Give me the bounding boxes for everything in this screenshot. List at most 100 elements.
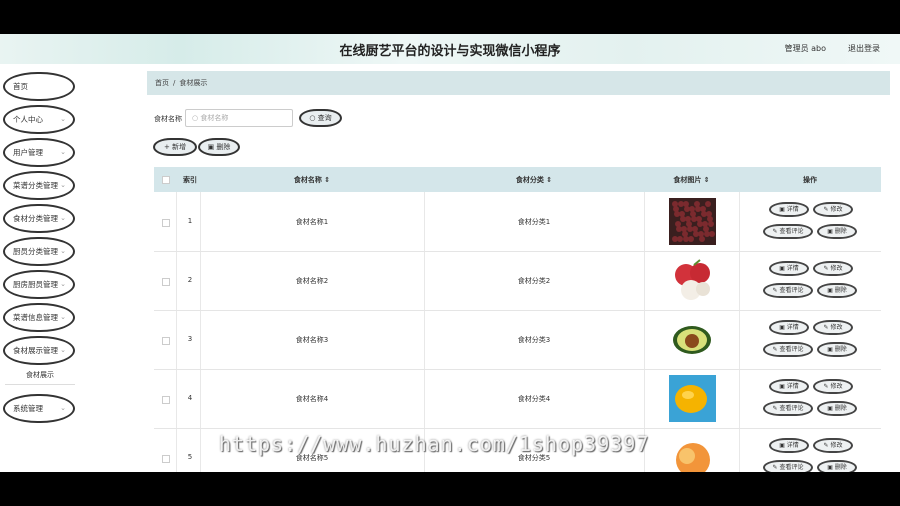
page-title: 在线厨艺平台的设计与实现微信小程序 <box>339 44 561 59</box>
app-window: 在线厨艺平台的设计与实现微信小程序 管理员 abo 退出登录 首页 个人中心 ⌄ … <box>0 34 900 472</box>
chevron-down-icon: ⌄ <box>60 247 66 255</box>
cell-name: 食材名称1 <box>295 218 329 226</box>
sidebar-item-label: 食材分类管理 <box>13 214 58 223</box>
row-checkbox[interactable] <box>162 278 170 286</box>
watermark-text: https://www.huzhan.com/1shop39397 <box>219 432 650 456</box>
cell-name: 食材名称3 <box>295 336 329 344</box>
sidebar-item-chef-category[interactable]: 厨员分类管理 ⌄ <box>3 237 75 266</box>
cell-category: 食材分类2 <box>517 277 551 285</box>
sidebar-item-system[interactable]: 系统管理 ⌄ <box>3 394 75 423</box>
header-ops: 操作 <box>803 176 817 184</box>
header-image[interactable]: 食材图片 ⇕ <box>644 175 739 185</box>
table-row: 2 食材名称2 食材分类2 ▣ 详情 ✎ 修改 ✎ 查看评论 ▣ 删除 <box>154 251 881 311</box>
edit-button[interactable]: ✎ 修改 <box>813 438 853 453</box>
cell-category: 食材分类4 <box>517 395 551 403</box>
sidebar-item-label: 厨员分类管理 <box>13 247 58 256</box>
sidebar-item-ingredient-category[interactable]: 食材分类管理 ⌄ <box>3 204 75 233</box>
sidebar-item-ingredient-display[interactable]: 食材展示管理 ⌄ <box>3 336 75 365</box>
sidebar-item-label: 系统管理 <box>13 404 43 413</box>
delete-label: 删除 <box>216 143 231 151</box>
sidebar-item-recipe-info[interactable]: 菜谱信息管理 ⌄ <box>3 303 75 332</box>
search-button-label: 查询 <box>317 114 332 122</box>
batch-delete-button[interactable]: ▣ 删除 <box>198 138 240 156</box>
review-button[interactable]: ✎ 查看评论 <box>763 401 813 416</box>
chevron-down-icon: ⌄ <box>60 148 66 156</box>
lemon-image <box>669 375 716 422</box>
header-index: 索引 <box>183 176 197 184</box>
cell-name: 食材名称4 <box>295 395 329 403</box>
edit-button[interactable]: ✎ 修改 <box>813 261 853 276</box>
sidebar: 首页 个人中心 ⌄ 用户管理 ⌄ 菜谱分类管理 ⌄ 食材分类管理 ⌄ 厨员分类管理 ⌄ 厨… <box>0 64 90 472</box>
chevron-down-icon: ⌄ <box>60 313 66 321</box>
review-button[interactable]: ✎ 查看评论 <box>763 342 813 357</box>
detail-button[interactable]: ▣ 详情 <box>769 438 809 453</box>
delete-button[interactable]: ▣ 删除 <box>817 401 857 416</box>
search-button[interactable]: ○ 查询 <box>299 109 342 127</box>
table-row: 3 食材名称3 食材分类3 ▣ 详情 ✎ 修改 ✎ 查看评论 ▣ 删除 <box>154 310 881 370</box>
header-category[interactable]: 食材分类 ⇕ <box>424 175 644 185</box>
sidebar-item-recipe-category[interactable]: 菜谱分类管理 ⌄ <box>3 171 75 200</box>
breadcrumb-separator: / <box>173 79 176 87</box>
delete-button[interactable]: ▣ 删除 <box>817 283 857 298</box>
chevron-down-icon: ⌄ <box>60 181 66 189</box>
sidebar-item-label: 个人中心 <box>13 115 43 124</box>
avocado-image <box>669 316 716 363</box>
detail-button[interactable]: ▣ 详情 <box>769 379 809 394</box>
cell-index: 4 <box>187 394 193 402</box>
table-row: 4 食材名称4 食材分类4 ▣ 详情 ✎ 修改 ✎ 查看评论 ▣ 删除 <box>154 369 881 429</box>
search-placeholder: 食材名称 <box>200 114 229 122</box>
sidebar-item-profile[interactable]: 个人中心 ⌄ <box>3 105 75 134</box>
chevron-down-icon: ⌄ <box>60 214 66 222</box>
chevron-down-icon: ⌄ <box>60 115 66 123</box>
edit-button[interactable]: ✎ 修改 <box>813 379 853 394</box>
sidebar-item-home[interactable]: 首页 <box>3 72 75 101</box>
header-name[interactable]: 食材名称 ⇕ <box>200 175 424 185</box>
cell-index: 2 <box>187 276 193 284</box>
breadcrumb: 首页 / 食材展示 <box>147 71 890 95</box>
table-header: 索引 食材名称 ⇕ 食材分类 ⇕ 食材图片 ⇕ 操作 <box>154 167 881 192</box>
review-button[interactable]: ✎ 查看评论 <box>763 224 813 239</box>
cell-index: 1 <box>187 217 193 225</box>
cell-name: 食材名称2 <box>295 277 329 285</box>
lychee-image <box>669 257 716 304</box>
sidebar-item-users[interactable]: 用户管理 ⌄ <box>3 138 75 167</box>
search-icon: ○ <box>309 114 318 122</box>
edit-button[interactable]: ✎ 修改 <box>813 202 853 217</box>
sidebar-subitem-ingredient-display[interactable]: 食材展示 <box>5 366 75 385</box>
detail-button[interactable]: ▣ 详情 <box>769 261 809 276</box>
row-checkbox[interactable] <box>162 396 170 404</box>
detail-button[interactable]: ▣ 详情 <box>769 202 809 217</box>
user-label: 管理员 abo <box>784 44 826 53</box>
add-button[interactable]: + 新增 <box>153 138 197 156</box>
cell-category: 食材分类3 <box>517 336 551 344</box>
sidebar-item-label: 首页 <box>13 82 28 91</box>
blackberry-image <box>669 198 716 245</box>
sidebar-item-label: 菜谱信息管理 <box>13 313 58 322</box>
review-button[interactable]: ✎ 查看评论 <box>763 283 813 298</box>
peach-image <box>669 434 716 472</box>
detail-button[interactable]: ▣ 详情 <box>769 320 809 335</box>
delete-button[interactable]: ▣ 删除 <box>817 224 857 239</box>
delete-button[interactable]: ▣ 删除 <box>817 342 857 357</box>
breadcrumb-current: 食材展示 <box>179 79 208 87</box>
table-row: 1 食材名称1 食材分类1 ▣ 详情 ✎ 修改 ✎ 查看评论 ▣ 删除 <box>154 192 881 252</box>
top-header: 在线厨艺平台的设计与实现微信小程序 管理员 abo 退出登录 <box>0 34 900 64</box>
main-content: 首页 / 食材展示 食材名称 ○ 食材名称 ○ 查询 + 新增 ▣ 删除 索引 食材… <box>147 64 890 472</box>
breadcrumb-home[interactable]: 首页 <box>155 79 169 87</box>
sidebar-item-label: 用户管理 <box>13 148 43 157</box>
sidebar-item-kitchen-chef[interactable]: 厨房厨员管理 ⌄ <box>3 270 75 299</box>
sidebar-item-label: 食材展示管理 <box>13 346 58 355</box>
delete-button[interactable]: ▣ 删除 <box>817 460 857 472</box>
review-button[interactable]: ✎ 查看评论 <box>763 460 813 472</box>
chevron-down-icon: ⌄ <box>60 280 66 288</box>
cell-index: 5 <box>187 453 193 461</box>
logout-link[interactable]: 退出登录 <box>848 43 880 54</box>
row-checkbox[interactable] <box>162 219 170 227</box>
select-all-checkbox[interactable] <box>162 176 170 184</box>
search-input[interactable]: ○ 食材名称 <box>185 109 293 127</box>
cell-index: 3 <box>187 335 193 343</box>
edit-button[interactable]: ✎ 修改 <box>813 320 853 335</box>
row-checkbox[interactable] <box>162 337 170 345</box>
row-checkbox[interactable] <box>162 455 170 463</box>
search-label: 食材名称 <box>154 115 182 123</box>
